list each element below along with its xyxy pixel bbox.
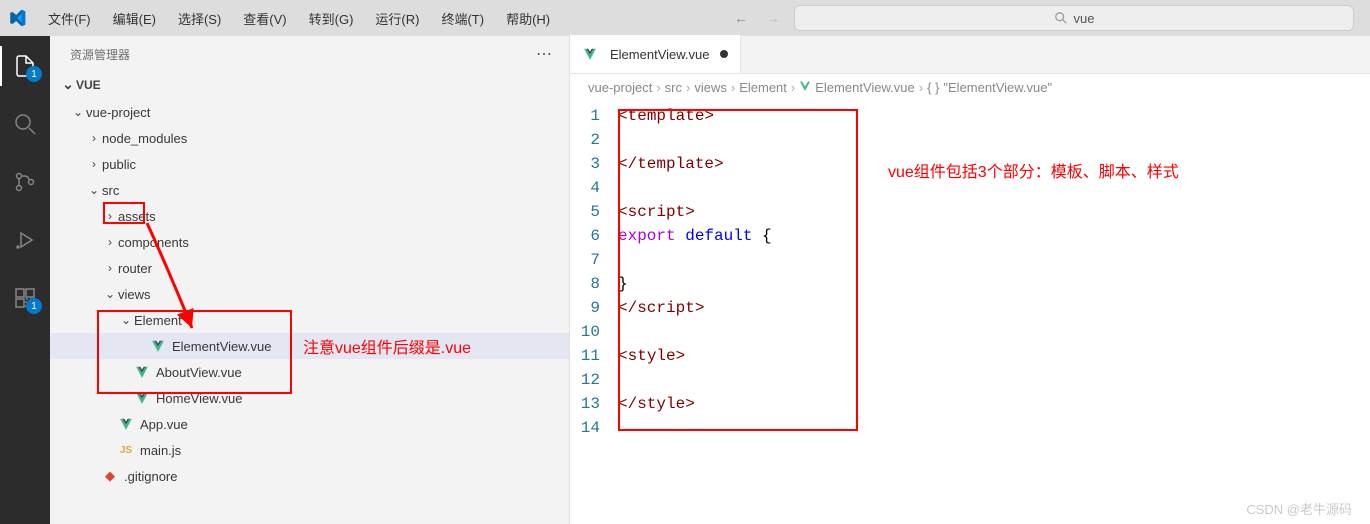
menu-file[interactable]: 文件(F) (38, 5, 101, 32)
tree-folder-src[interactable]: ⌄src (50, 177, 569, 203)
tree-folder-views[interactable]: ⌄views (50, 281, 569, 307)
crumb-symbol[interactable]: "ElementView.vue" (943, 80, 1052, 95)
crumb-file[interactable]: ElementView.vue (815, 80, 915, 95)
search-icon (1054, 11, 1068, 25)
dirty-indicator-icon (720, 50, 728, 58)
more-actions-icon[interactable]: ⋯ (536, 44, 553, 64)
tab-elementview[interactable]: ElementView.vue (570, 35, 741, 73)
activity-explorer[interactable]: 1 (0, 46, 50, 86)
activity-extensions[interactable]: 1 (0, 278, 50, 318)
activity-debug[interactable] (0, 220, 50, 260)
nav-back-icon[interactable]: ← (730, 8, 752, 28)
search-icon (13, 112, 37, 136)
chevron-down-icon: ⌄ (70, 105, 86, 119)
menu-select[interactable]: 选择(S) (168, 5, 231, 32)
file-tree: ⌄vue-project ›node_modules ›public ⌄src … (50, 97, 569, 491)
text-cursor (618, 323, 619, 341)
line-number-gutter: 1234567891011121314 (570, 100, 618, 524)
breadcrumbs[interactable]: vue-project› src› views› Element› Elemen… (570, 74, 1370, 100)
tree-file-mainjs[interactable]: JSmain.js (50, 437, 569, 463)
root-label: VUE (76, 78, 101, 92)
chevron-right-icon: › (86, 157, 102, 171)
code-editor[interactable]: 1234567891011121314 <template> </templat… (570, 100, 1370, 524)
gitignore-file-icon: ◆ (102, 468, 118, 484)
activity-scm[interactable] (0, 162, 50, 202)
explorer-badge: 1 (26, 66, 42, 82)
tree-file-appvue[interactable]: App.vue (50, 411, 569, 437)
crumb-views[interactable]: views (694, 80, 727, 95)
chevron-down-icon: ⌄ (118, 313, 134, 327)
chevron-down-icon: ⌄ (102, 287, 118, 301)
activity-search[interactable] (0, 104, 50, 144)
crumb-src[interactable]: src (665, 80, 682, 95)
explorer-root[interactable]: ⌄ VUE (50, 72, 569, 97)
tree-folder-node-modules[interactable]: ›node_modules (50, 125, 569, 151)
code-content[interactable]: <template> </template> <script> export d… (618, 100, 772, 524)
menu-help[interactable]: 帮助(H) (496, 5, 560, 32)
vue-file-icon (118, 416, 134, 432)
nav-forward-icon[interactable]: → (762, 8, 784, 28)
tree-folder-components[interactable]: ›components (50, 229, 569, 255)
explorer-sidebar: 资源管理器 ⋯ ⌄ VUE ⌄vue-project ›node_modules… (50, 36, 570, 524)
tab-bar: ElementView.vue (570, 36, 1370, 74)
menu-terminal[interactable]: 终端(T) (431, 5, 494, 32)
braces-icon: { } (927, 80, 939, 95)
command-center-search[interactable]: vue (794, 5, 1354, 31)
crumb-project[interactable]: vue-project (588, 80, 652, 95)
tree-file-gitignore[interactable]: ◆.gitignore (50, 463, 569, 489)
extensions-badge: 1 (26, 298, 42, 314)
menu-view[interactable]: 查看(V) (233, 5, 296, 32)
tree-folder-project[interactable]: ⌄vue-project (50, 99, 569, 125)
vue-file-icon (799, 80, 811, 95)
tree-folder-element[interactable]: ⌄Element (50, 307, 569, 333)
activity-bar: 1 1 (0, 36, 50, 524)
source-control-icon (13, 170, 37, 194)
vue-file-icon (150, 338, 166, 354)
tree-file-aboutview[interactable]: AboutView.vue (50, 359, 569, 385)
js-file-icon: JS (118, 442, 134, 458)
tree-folder-router[interactable]: ›router (50, 255, 569, 281)
watermark: CSDN @老牛源码 (1246, 499, 1352, 518)
tab-title: ElementView.vue (610, 47, 710, 62)
chevron-down-icon: ⌄ (86, 183, 102, 197)
tree-folder-public[interactable]: ›public (50, 151, 569, 177)
sidebar-header: 资源管理器 ⋯ (50, 36, 569, 72)
chevron-down-icon: ⌄ (60, 76, 76, 93)
vue-file-icon (134, 364, 150, 380)
chevron-right-icon: › (102, 209, 118, 223)
menu-edit[interactable]: 编辑(E) (103, 5, 166, 32)
chevron-right-icon: › (102, 235, 118, 249)
tree-file-elementview[interactable]: ElementView.vue (50, 333, 569, 359)
vue-file-icon (134, 390, 150, 406)
tree-file-homeview[interactable]: HomeView.vue (50, 385, 569, 411)
sidebar-title: 资源管理器 (70, 46, 130, 63)
titlebar: 文件(F) 编辑(E) 选择(S) 查看(V) 转到(G) 运行(R) 终端(T… (0, 0, 1370, 36)
menu-run[interactable]: 运行(R) (365, 5, 429, 32)
chevron-right-icon: › (102, 261, 118, 275)
vscode-logo-icon (8, 9, 26, 27)
vue-file-icon (582, 46, 598, 62)
menu-bar: 文件(F) 编辑(E) 选择(S) 查看(V) 转到(G) 运行(R) 终端(T… (38, 5, 560, 32)
menu-goto[interactable]: 转到(G) (299, 5, 364, 32)
tree-folder-assets[interactable]: ›assets (50, 203, 569, 229)
editor-area: ElementView.vue vue-project› src› views›… (570, 36, 1370, 524)
chevron-right-icon: › (86, 131, 102, 145)
searchbox-text: vue (1074, 11, 1095, 26)
crumb-element[interactable]: Element (739, 80, 787, 95)
debug-icon (13, 228, 37, 252)
